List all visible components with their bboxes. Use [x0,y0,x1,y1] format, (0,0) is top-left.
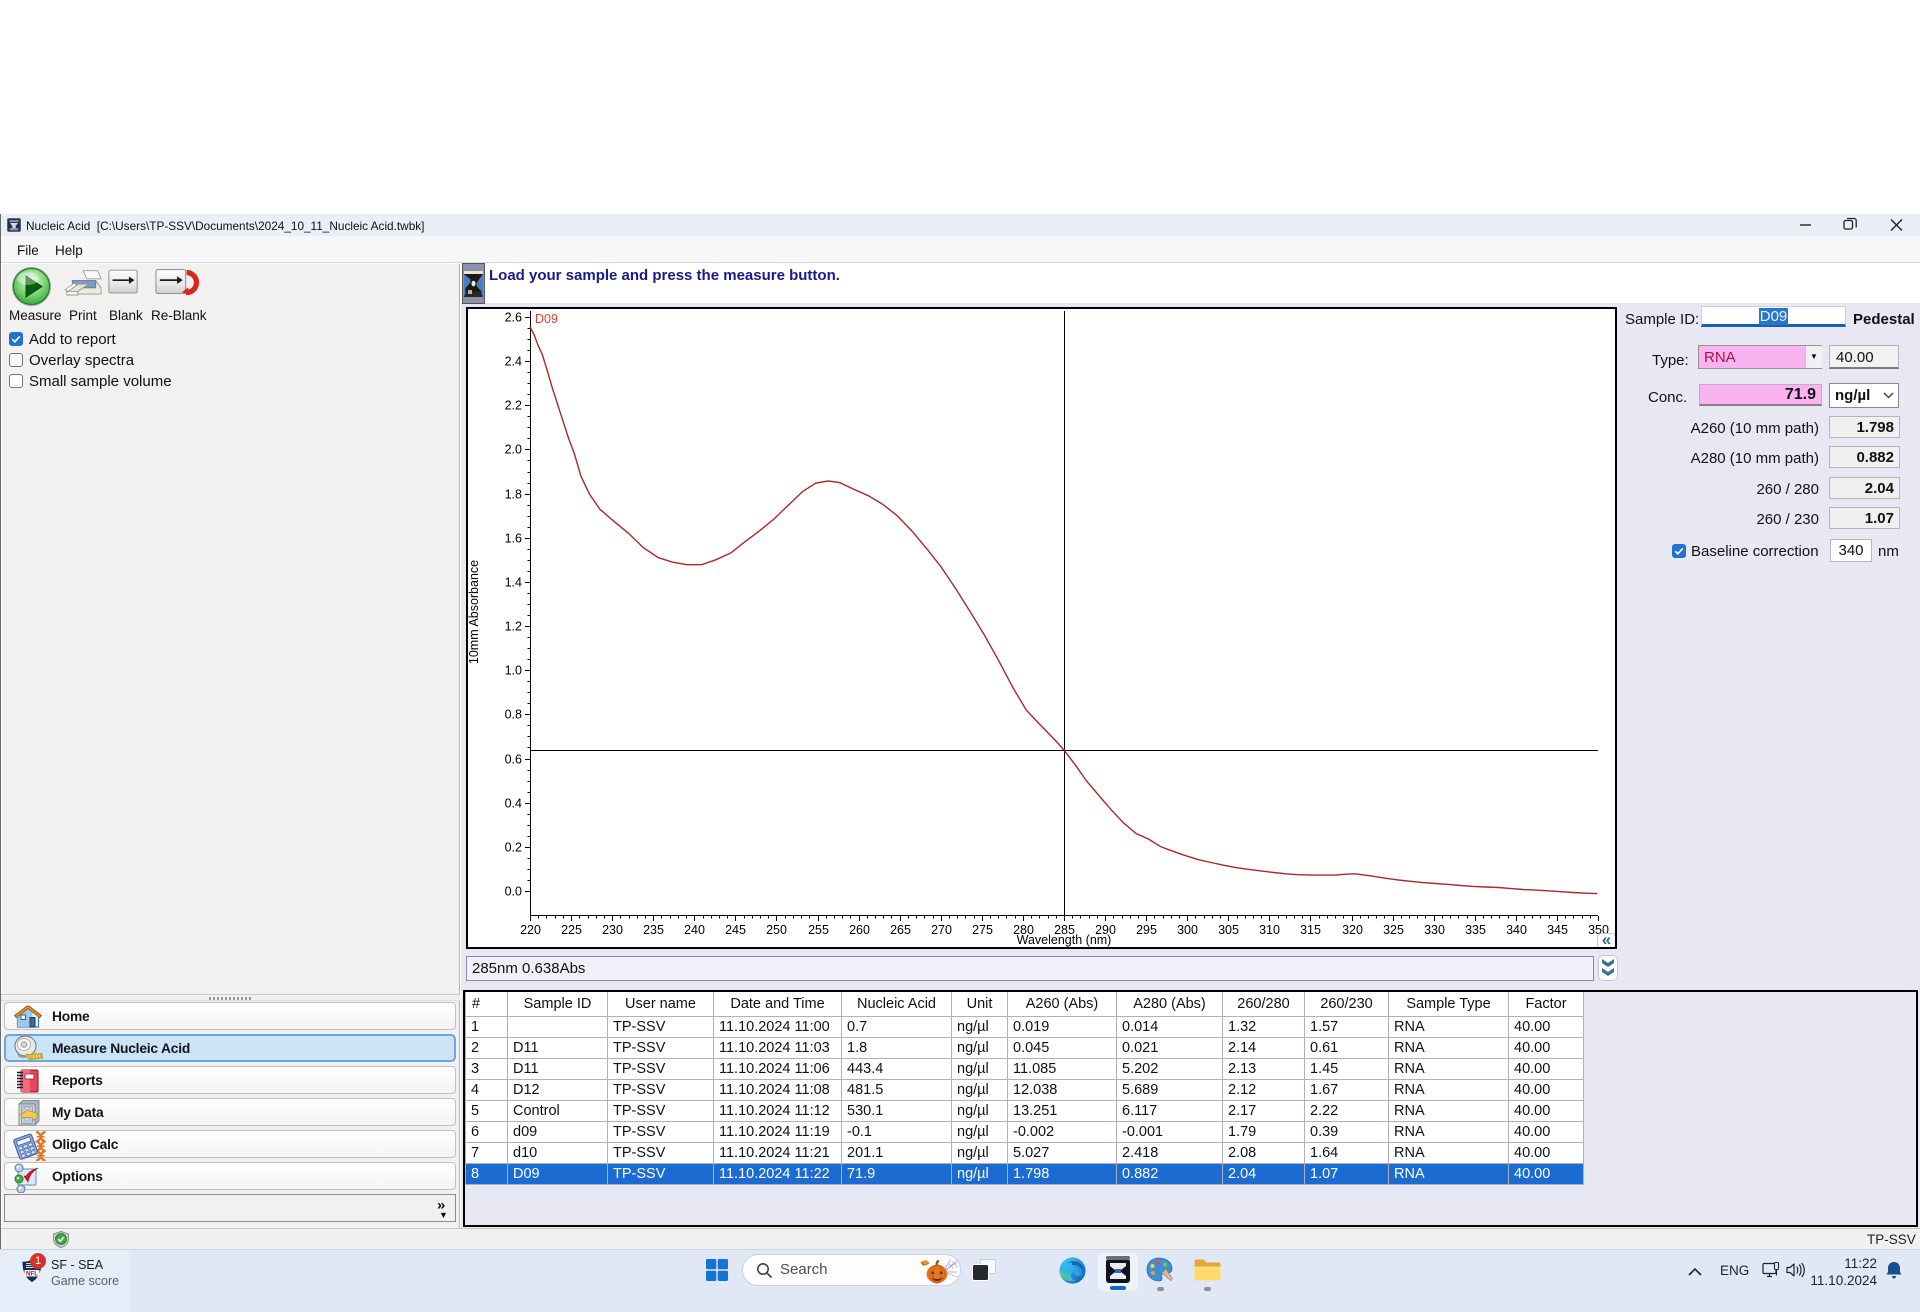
svg-text:0.2: 0.2 [505,841,522,855]
svg-text:340: 340 [1506,923,1527,937]
svg-text:250: 250 [766,923,787,937]
svg-text:225: 225 [561,923,582,937]
svg-text:0.6: 0.6 [505,753,522,767]
svg-text:245: 245 [725,923,746,937]
svg-text:1.2: 1.2 [505,620,522,634]
svg-text:NFL: NFL [26,1271,38,1278]
svg-text:255: 255 [808,923,829,937]
svg-text:335: 335 [1465,923,1486,937]
svg-text:2.4: 2.4 [505,355,522,369]
svg-text:0.0: 0.0 [505,885,522,899]
svg-text:1.0: 1.0 [505,664,522,678]
svg-text:305: 305 [1218,923,1239,937]
svg-text:265: 265 [890,923,911,937]
svg-text:270: 270 [931,923,952,937]
svg-text:320: 320 [1342,923,1363,937]
svg-text:Wavelength (nm): Wavelength (nm) [1017,933,1112,947]
svg-text:1.6: 1.6 [505,532,522,546]
svg-text:310: 310 [1259,923,1280,937]
svg-text:230: 230 [602,923,623,937]
svg-text:300: 300 [1177,923,1198,937]
svg-text:315: 315 [1300,923,1321,937]
svg-text:275: 275 [972,923,993,937]
svg-text:2.0: 2.0 [505,443,522,457]
svg-text:325: 325 [1383,923,1404,937]
svg-text:240: 240 [684,923,705,937]
svg-text:330: 330 [1424,923,1445,937]
svg-text:295: 295 [1136,923,1157,937]
svg-text:1.8: 1.8 [505,488,522,502]
svg-text:2.6: 2.6 [505,311,522,325]
svg-text:2.2: 2.2 [505,399,522,413]
svg-text:0.8: 0.8 [505,708,522,722]
svg-text:260: 260 [849,923,870,937]
svg-text:0.4: 0.4 [505,797,522,811]
svg-text:345: 345 [1547,923,1568,937]
svg-text:220: 220 [520,923,541,937]
svg-text:1.4: 1.4 [505,576,522,590]
svg-text:10mm Absorbance: 10mm Absorbance [468,560,481,664]
svg-text:235: 235 [643,923,664,937]
svg-text:D09: D09 [535,312,558,326]
